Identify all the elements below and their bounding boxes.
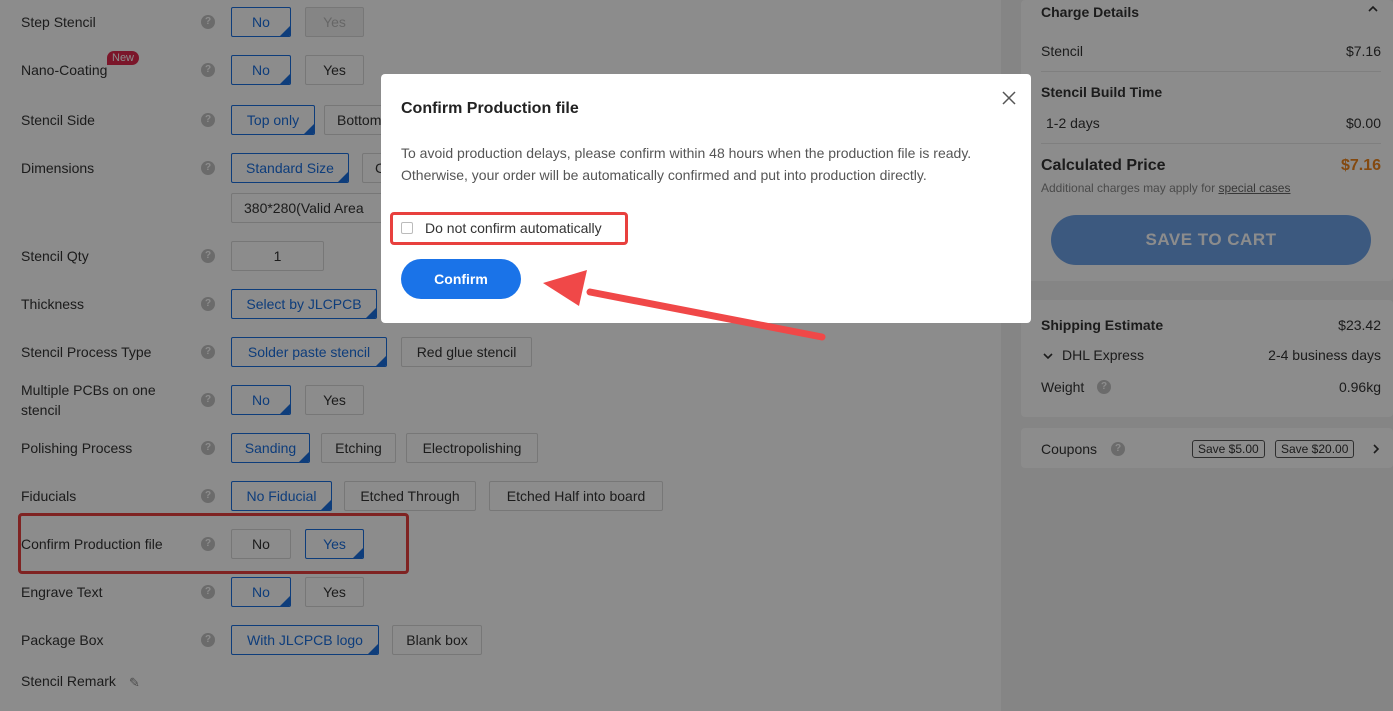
dialog-body: To avoid production delays, please confi… bbox=[401, 145, 972, 183]
highlight-checkbox bbox=[390, 212, 628, 245]
confirm-production-dialog: Confirm Production file To avoid product… bbox=[381, 74, 1031, 323]
confirm-button[interactable]: Confirm bbox=[401, 259, 521, 299]
close-icon[interactable] bbox=[999, 88, 1019, 108]
dialog-title: Confirm Production file bbox=[401, 100, 579, 117]
